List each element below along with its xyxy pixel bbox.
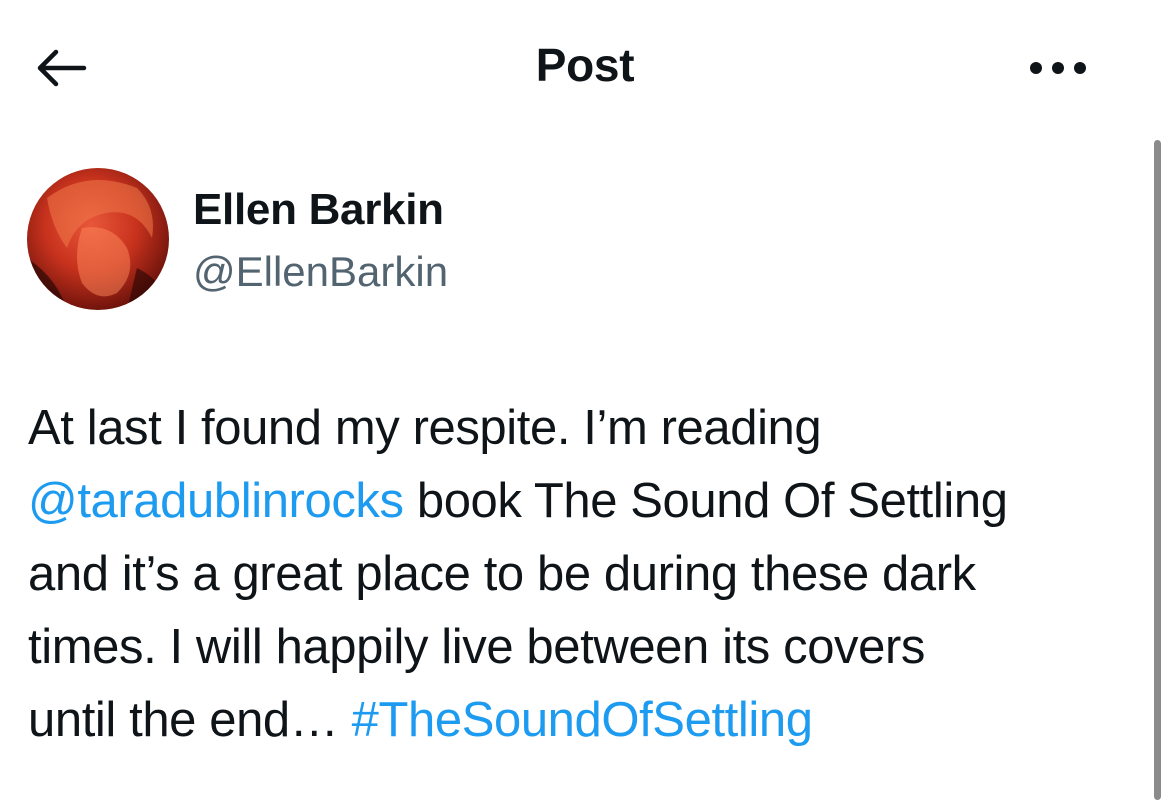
post-line: until the end… #TheSoundOfSettling: [28, 684, 1148, 757]
post-line: At last I found my respite. I’m reading: [28, 392, 1148, 465]
avatar-image: [27, 180, 169, 310]
post-text: At last I found my respite. I’m reading …: [28, 392, 1148, 757]
post-text-segment: At last I found my respite. I’m reading: [28, 401, 822, 455]
post-text-segment: book The Sound Of Settling: [403, 474, 1008, 528]
more-options-button[interactable]: [1018, 44, 1098, 92]
post-line: times. I will happily live between its c…: [28, 611, 1148, 684]
hashtag-link[interactable]: #TheSoundOfSettling: [352, 693, 813, 747]
page-title: Post: [535, 39, 635, 91]
more-horizontal-icon: [1030, 62, 1086, 74]
avatar[interactable]: [27, 168, 169, 310]
author-display-name[interactable]: Ellen Barkin: [193, 185, 444, 235]
post-text-segment: until the end…: [28, 693, 352, 747]
post-line: and it’s a great place to be during thes…: [28, 538, 1148, 611]
mention-link[interactable]: @taradublinrocks: [28, 474, 404, 528]
scrollbar[interactable]: [1154, 140, 1161, 800]
author-handle[interactable]: @EllenBarkin: [193, 248, 448, 296]
post-text-segment: and it’s a great place to be during thes…: [28, 547, 976, 601]
post-text-segment: times. I will happily live between its c…: [28, 620, 926, 674]
top-app-bar: Post: [0, 0, 1170, 130]
post-line: @taradublinrocks book The Sound Of Settl…: [28, 465, 1148, 538]
